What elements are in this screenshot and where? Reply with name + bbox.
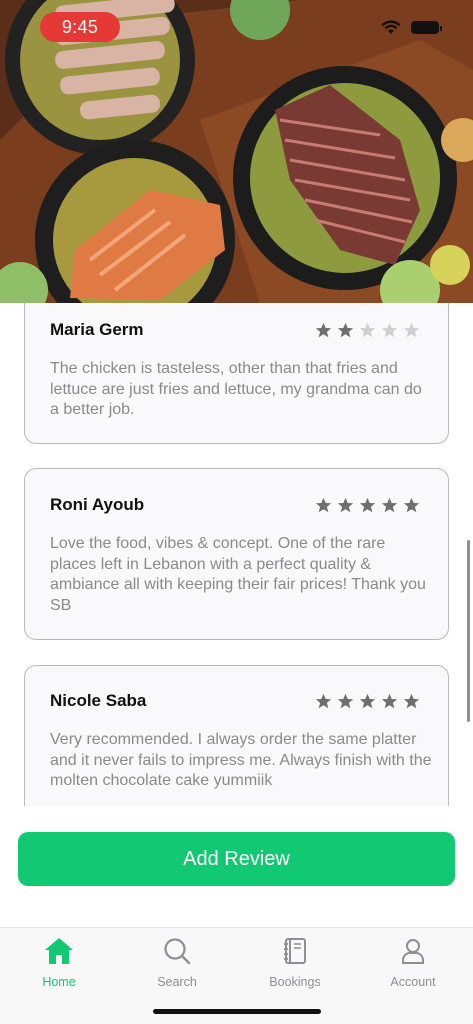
star-icon — [337, 497, 354, 513]
status-time-pill: 9:45 — [40, 12, 120, 42]
rating-stars — [315, 497, 420, 514]
tab-label: Account — [390, 975, 436, 989]
tab-account[interactable]: Account — [363, 936, 463, 989]
rating-stars — [315, 322, 420, 339]
reviewer-name: Nicole Saba — [50, 691, 147, 710]
bookings-icon — [284, 938, 306, 964]
tab-home[interactable]: Home — [9, 936, 109, 989]
reviewer-name: Roni Ayoub — [50, 495, 145, 514]
account-icon — [402, 939, 424, 964]
star-icon — [359, 497, 376, 513]
scrollbar-thumb[interactable] — [467, 540, 470, 722]
review-card: Maria Germ The chicken is tasteless, oth… — [24, 303, 449, 444]
review-card: Nicole Saba Very recommended. I always o… — [24, 665, 449, 806]
tab-search[interactable]: Search — [127, 936, 227, 989]
star-icon — [315, 322, 332, 338]
star-icon — [403, 693, 420, 709]
review-text: The chicken is tasteless, other than tha… — [50, 360, 422, 418]
reviews-list[interactable]: Maria Germ The chicken is tasteless, oth… — [0, 303, 473, 806]
tab-label: Bookings — [269, 975, 321, 989]
rating-stars — [315, 693, 420, 710]
reviewer-name: Maria Germ — [50, 320, 144, 339]
star-icon — [381, 693, 398, 709]
tab-label: Home — [42, 975, 76, 989]
add-review-button[interactable]: Add Review — [18, 832, 455, 886]
star-icon — [315, 693, 332, 709]
search-icon — [164, 938, 191, 965]
restaurant-hero-image — [0, 0, 473, 303]
bottom-tab-bar: Home Search Bookings Account — [0, 927, 473, 1024]
home-indicator — [153, 1009, 321, 1014]
star-icon — [381, 322, 398, 338]
review-text: Very recommended. I always order the sam… — [50, 731, 432, 789]
star-icon — [403, 322, 420, 338]
battery-icon — [411, 21, 442, 34]
star-icon — [403, 497, 420, 513]
star-icon — [315, 497, 332, 513]
wifi-icon — [381, 20, 401, 34]
star-icon — [359, 693, 376, 709]
tab-label: Search — [157, 975, 197, 989]
status-icons — [381, 20, 442, 35]
tab-bookings[interactable]: Bookings — [245, 936, 345, 989]
review-card: Roni Ayoub Love the food, vibes & concep… — [24, 468, 449, 640]
star-icon — [381, 497, 398, 513]
star-icon — [337, 693, 354, 709]
review-text: Love the food, vibes & concept. One of t… — [50, 535, 426, 614]
home-icon — [45, 938, 73, 964]
star-icon — [359, 322, 376, 338]
star-icon — [337, 322, 354, 338]
